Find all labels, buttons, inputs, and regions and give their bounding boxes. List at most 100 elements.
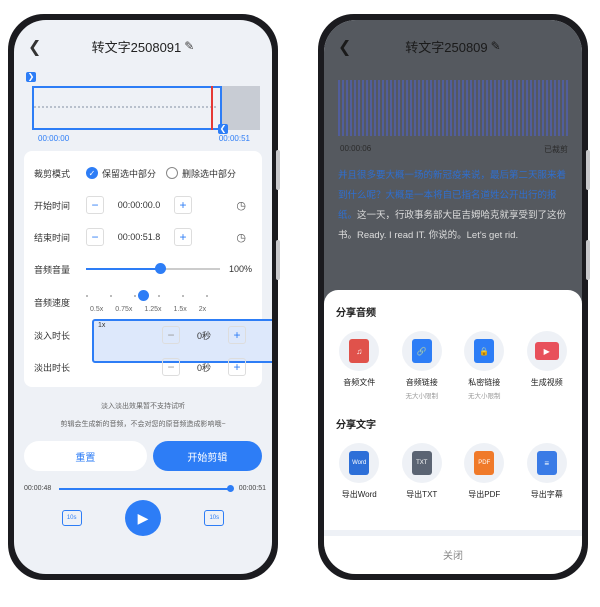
side-button xyxy=(276,240,280,280)
mode-label: 裁剪模式 xyxy=(34,168,71,179)
fade-in-value: 0秒 xyxy=(196,330,211,341)
option-label: 导出PDF xyxy=(468,490,501,499)
waveform-times: 00:00:00 00:00:51 xyxy=(14,130,272,143)
divider xyxy=(324,530,582,536)
notes: 淡入淡出效果暂不支持试听 剪辑会生成新的音频，不会对您的原音频造成影响哦~ xyxy=(14,401,272,431)
speed-knob[interactable] xyxy=(138,290,149,301)
speed-option[interactable]: 2x xyxy=(195,305,210,314)
keep-label: 保留选中部分 xyxy=(102,168,157,179)
option-sub: 无大小限制 xyxy=(405,393,439,400)
option-label: 导出Word xyxy=(341,490,377,499)
fade-in-row: 淡入时长 − 0秒 + xyxy=(34,319,252,351)
fade-out-row: 淡出时长 − 0秒 + xyxy=(34,351,252,383)
player-bar: 00:00:48 00:00:51 xyxy=(14,471,272,492)
page-title: 转文字2508091 xyxy=(91,39,182,55)
export-pdf-option[interactable]: PDF 导出PDF xyxy=(454,443,514,500)
export-txt-option[interactable]: TXT 导出TXT xyxy=(392,443,452,500)
radio-empty-icon xyxy=(166,167,179,179)
fade-out-plus-button[interactable]: + xyxy=(228,358,246,376)
page-title: 转文字250809 xyxy=(405,39,488,55)
fade-out-minus-button[interactable]: − xyxy=(162,358,180,376)
fade-in-plus-button[interactable]: + xyxy=(228,326,246,344)
speed-row: 音频速度 0.5x 0.75x 1x 1.25x 1.5x 2x xyxy=(34,285,272,363)
delete-radio[interactable]: 删除选中部分 xyxy=(166,167,236,180)
selection-box[interactable] xyxy=(32,86,222,130)
text-share-options: Word 导出Word TXT 导出TXT PDF 导出PDF ≡ 导出字幕 xyxy=(324,443,582,500)
play-icon[interactable]: ▶ xyxy=(124,500,161,536)
option-label: 音频文件 xyxy=(343,378,376,387)
txt-icon: TXT xyxy=(411,451,432,475)
reset-button[interactable]: 重置 xyxy=(24,441,147,471)
transcript-rest: 这一天，行政事务部大臣吉姆哈克就享受到了这份书。Ready. I read IT… xyxy=(338,210,567,241)
end-plus-button[interactable]: + xyxy=(174,228,192,246)
right-phone: ❮ 转文字250809 ✎ 00:00:06 已裁剪 并且很多要大概一场的新冠疫… xyxy=(318,14,588,580)
private-link-option[interactable]: 🔒 私密链接 无大小限制 xyxy=(454,331,514,400)
start-value[interactable]: 00:00:00.0 xyxy=(104,200,174,210)
play-total: 00:00:51 xyxy=(238,485,266,492)
edit-icon[interactable]: ✎ xyxy=(184,39,194,53)
speed-option[interactable]: 0.5x xyxy=(86,305,107,314)
rewind-10s-icon[interactable]: 10s xyxy=(61,510,82,526)
forward-10s-icon[interactable]: 10s xyxy=(204,510,225,526)
end-time-row: 结束时间 − 00:00:51.8 + ◷ xyxy=(34,221,252,253)
volume-row: 音频音量 100% xyxy=(34,253,252,285)
speed-options: 0.5x 0.75x 1x 1.25x 1.5x 2x xyxy=(86,305,272,363)
back-icon[interactable]: ❮ xyxy=(28,37,41,57)
mode-row: 裁剪模式 ✓ 保留选中部分 删除选中部分 xyxy=(34,157,252,189)
end-handle-icon[interactable]: ❮ xyxy=(218,124,228,134)
option-label: 私密链接 xyxy=(468,378,501,387)
side-button xyxy=(276,150,280,190)
clock-icon[interactable]: ◷ xyxy=(236,231,246,244)
play-knob[interactable] xyxy=(226,484,234,492)
volume-knob[interactable] xyxy=(154,263,166,274)
audio-file-option[interactable]: ♫ 音频文件 xyxy=(329,331,389,400)
waveform[interactable]: ❯ ❮ xyxy=(26,72,260,134)
start-minus-button[interactable]: − xyxy=(86,196,104,214)
fade-in-label: 淡入时长 xyxy=(34,330,71,341)
nav-bar: ❮ 转文字2508091 ✎ xyxy=(14,20,272,72)
close-button[interactable]: 关闭 xyxy=(324,547,582,562)
generate-video-option[interactable]: ▶ 生成视频 xyxy=(517,331,577,400)
fade-out-label: 淡出时长 xyxy=(34,362,71,373)
note-fade: 淡入淡出效果暂不支持试听 xyxy=(101,403,185,410)
check-icon: ✓ xyxy=(86,167,98,179)
note-clip: 剪辑会生成新的音频，不会对您的原音频造成影响哦~ xyxy=(60,421,226,428)
audio-link-option[interactable]: 🔗 音频链接 无大小限制 xyxy=(392,331,452,400)
speed-option[interactable]: 0.75x xyxy=(111,305,136,314)
link-icon: 🔗 xyxy=(411,339,432,363)
action-bar: 重置 开始剪辑 xyxy=(24,441,262,471)
share-screen: ❮ 转文字250809 ✎ 00:00:06 已裁剪 并且很多要大概一场的新冠疫… xyxy=(324,20,582,574)
player-controls: 10s ▶ 10s xyxy=(14,500,272,536)
export-word-option[interactable]: Word 导出Word xyxy=(329,443,389,500)
keep-radio[interactable]: ✓ 保留选中部分 xyxy=(86,167,156,180)
music-file-icon: ♫ xyxy=(349,339,370,363)
play-track[interactable] xyxy=(59,484,234,492)
fade-in-minus-button[interactable]: − xyxy=(162,326,180,344)
settings-panel: 裁剪模式 ✓ 保留选中部分 删除选中部分 开始时间 − 00:00:00.0 + … xyxy=(24,151,272,387)
side-button xyxy=(586,240,590,280)
back-icon[interactable]: ❮ xyxy=(338,37,351,57)
edit-icon[interactable]: ✎ xyxy=(491,39,501,53)
subtitle-icon: ≡ xyxy=(536,451,557,475)
delete-label: 删除选中部分 xyxy=(182,168,237,179)
speed-option[interactable]: 1.25x xyxy=(140,305,165,314)
end-value[interactable]: 00:00:51.8 xyxy=(104,232,174,242)
end-minus-button[interactable]: − xyxy=(86,228,104,246)
volume-label: 音频音量 xyxy=(34,264,71,275)
option-label: 导出TXT xyxy=(406,490,438,499)
playhead[interactable] xyxy=(211,86,213,130)
export-subtitle-option[interactable]: ≡ 导出字幕 xyxy=(517,443,577,500)
pdf-icon: PDF xyxy=(474,451,495,475)
volume-slider[interactable] xyxy=(86,263,220,274)
speed-slider[interactable] xyxy=(86,290,220,301)
lock-link-icon: 🔒 xyxy=(474,339,495,363)
speed-label: 音频速度 xyxy=(34,297,71,308)
clock-icon[interactable]: ◷ xyxy=(236,199,246,212)
start-handle-icon[interactable]: ❯ xyxy=(26,72,36,82)
video-icon: ▶ xyxy=(534,342,559,360)
start-clip-button[interactable]: 开始剪辑 xyxy=(152,441,262,471)
start-label: 开始时间 xyxy=(34,200,71,211)
speed-option[interactable]: 1.5x xyxy=(169,305,190,314)
clip-screen: ❮ 转文字2508091 ✎ ❯ ❮ 00:00:00 00:00:51 裁剪模… xyxy=(14,20,272,574)
start-plus-button[interactable]: + xyxy=(174,196,192,214)
